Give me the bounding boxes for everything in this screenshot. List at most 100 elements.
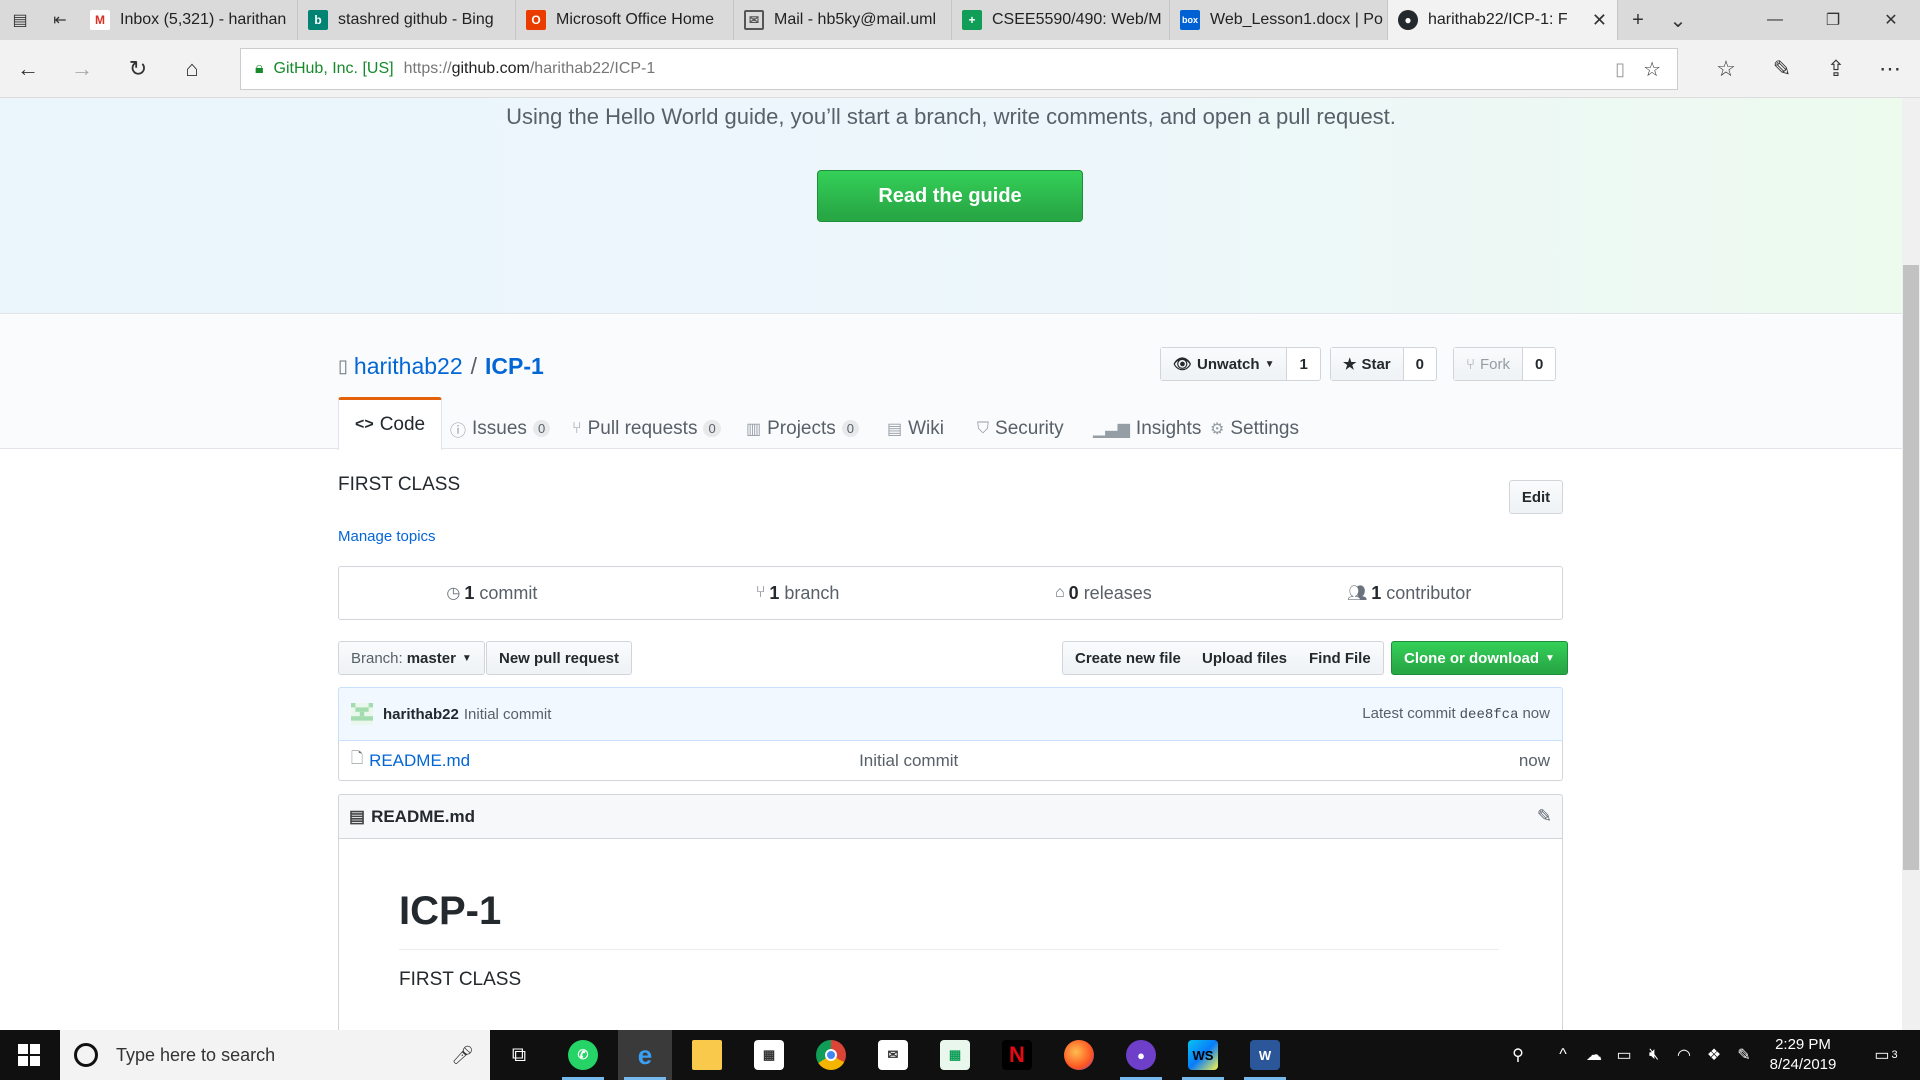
edge-app[interactable]: e (618, 1030, 672, 1080)
netflix-app[interactable]: N (990, 1030, 1044, 1080)
pen-workspace-icon[interactable]: ✎ (1730, 1030, 1758, 1080)
back-icon[interactable]: ← (8, 50, 48, 88)
branch-select-button[interactable]: Branch: master ▼ (338, 641, 485, 675)
wifi-icon[interactable]: ◠ (1670, 1030, 1698, 1080)
commit-author-link[interactable]: harithab22 (383, 706, 459, 723)
avatar[interactable] (351, 703, 373, 725)
browser-tab[interactable]: O Microsoft Office Home (516, 0, 734, 40)
tab-title: CSEE5590/490: Web/M (992, 11, 1162, 28)
envelope-icon: ✉ (878, 1040, 908, 1070)
tab-settings[interactable]: ⚙ Settings (1210, 408, 1299, 449)
sheets-app[interactable]: ▦ (928, 1030, 982, 1080)
unwatch-button[interactable]: 👁︎ Unwatch ▼ (1161, 348, 1288, 380)
repo-name-link[interactable]: ICP-1 (485, 353, 544, 380)
lock-icon: 🔒︎ (255, 60, 264, 77)
show-hidden-icons-chevron-icon[interactable]: ^ (1550, 1030, 1576, 1080)
word-app[interactable]: W (1238, 1030, 1292, 1080)
favorites-hub-icon[interactable]: ☆ (1706, 50, 1746, 88)
address-bar[interactable]: 🔒︎ GitHub, Inc. [US] https://github.com/… (240, 48, 1678, 90)
tab-security[interactable]: ⛉ Security (977, 408, 1064, 449)
webstorm-app[interactable]: WS (1176, 1030, 1230, 1080)
branches-link[interactable]: ⑂ 1 branch (645, 567, 951, 619)
create-new-file-button[interactable]: Create new file (1062, 641, 1194, 675)
edit-description-button[interactable]: Edit (1509, 480, 1563, 514)
browser-tab[interactable]: b stashred github - Bing (298, 0, 516, 40)
pulls-counter: 0 (703, 420, 721, 437)
onedrive-icon[interactable]: ☁ (1580, 1030, 1608, 1080)
browser-tab[interactable]: box Web_Lesson1.docx | Po (1170, 0, 1388, 40)
tab-insights[interactable]: ▁▃▆ Insights (1093, 408, 1201, 449)
releases-link[interactable]: ⌂ 0 releases (951, 567, 1257, 619)
watchers-count[interactable]: 1 (1287, 348, 1319, 380)
url-path: /harithab22/ICP-1 (529, 60, 656, 77)
whatsapp-app[interactable]: ✆ (556, 1030, 610, 1080)
reading-view-icon[interactable]: ▯ (1615, 59, 1625, 80)
github-desktop-app[interactable]: ● (1114, 1030, 1168, 1080)
file-explorer-app[interactable] (680, 1030, 734, 1080)
home-icon[interactable]: ⌂ (172, 50, 212, 88)
netflix-icon: N (1002, 1040, 1032, 1070)
firefox-app[interactable] (1052, 1030, 1106, 1080)
eye-icon: 👁︎ (1173, 356, 1193, 373)
contributors-link[interactable]: 👥︎ 1 contributor (1256, 567, 1562, 619)
new-tab-icon[interactable]: + (1618, 0, 1658, 40)
store-app[interactable]: ▦ (742, 1030, 796, 1080)
clone-or-download-button[interactable]: Clone or download ▼ (1391, 641, 1568, 675)
web-note-icon[interactable]: ✎ (1762, 50, 1802, 88)
tab-projects-label: Projects (767, 417, 836, 439)
refresh-icon[interactable]: ↻ (118, 50, 158, 88)
repo-owner-link[interactable]: harithab22 (354, 353, 463, 380)
browser-tab[interactable]: + CSEE5590/490: Web/M (952, 0, 1170, 40)
read-guide-button[interactable]: Read the guide (817, 170, 1083, 222)
shield-icon: ⛉ (977, 419, 990, 437)
action-center-icon[interactable]: ▭ 3 (1866, 1030, 1906, 1080)
forks-count[interactable]: 0 (1523, 348, 1555, 380)
tab-wiki[interactable]: ▤ Wiki (887, 408, 944, 449)
task-view-icon[interactable]: ⧉ (492, 1030, 546, 1080)
volume-muted-icon[interactable]: 🔇︎ (1640, 1030, 1668, 1080)
file-name-link[interactable]: README.md (369, 751, 859, 771)
file-commit-message-link[interactable]: Initial commit (859, 751, 958, 771)
tab-projects[interactable]: ▥ Projects 0 (746, 408, 859, 449)
chrome-app[interactable] (804, 1030, 858, 1080)
start-button[interactable] (0, 1030, 58, 1080)
commit-message-link[interactable]: Initial commit (464, 706, 552, 723)
more-menu-icon[interactable]: ⋯ (1870, 50, 1910, 88)
tabs-aside-icon[interactable]: ⇤ (40, 0, 80, 40)
forward-icon[interactable]: → (62, 50, 102, 88)
commits-link[interactable]: ◷ 1 commit (339, 567, 645, 619)
tab-pull-requests[interactable]: ⑂ Pull requests 0 (572, 408, 721, 449)
taskbar-clock[interactable]: 2:29 PM 8/24/2019 (1758, 1035, 1848, 1075)
minimize-icon[interactable]: — (1746, 0, 1804, 40)
browser-tab[interactable]: ✉ Mail - hb5ky@mail.uml (734, 0, 952, 40)
star-button[interactable]: ★ Star (1331, 348, 1404, 380)
pencil-edit-icon[interactable]: ✎ (1537, 806, 1552, 827)
tab-issues[interactable]: ⓘ Issues 0 (450, 408, 551, 449)
restore-icon[interactable]: ❐ (1804, 0, 1862, 40)
tab-manager-icon[interactable]: ▤ (0, 0, 40, 40)
browser-tab[interactable]: M Inbox (5,321) - harithan (80, 0, 298, 40)
battery-icon[interactable]: ▭ (1610, 1030, 1638, 1080)
tab-code[interactable]: <> Code (338, 397, 443, 450)
find-file-button[interactable]: Find File (1297, 641, 1384, 675)
share-icon[interactable]: ⇪ (1816, 50, 1856, 88)
tab-preview-chevron-icon[interactable]: ⌄ (1658, 0, 1698, 40)
new-pull-request-button[interactable]: New pull request (486, 641, 633, 675)
star-icon: ★ (1343, 356, 1357, 373)
scrollbar-thumb[interactable] (1903, 265, 1919, 870)
people-icon[interactable]: ⚲ (1500, 1030, 1536, 1080)
mail-app[interactable]: ✉ (866, 1030, 920, 1080)
taskbar-search-box[interactable]: Type here to search 🎤︎ (60, 1030, 490, 1080)
close-tab-icon[interactable]: ✕ (1586, 10, 1607, 31)
browser-tab-active[interactable]: ● harithab22/ICP-1: F ✕ (1388, 0, 1618, 40)
commit-sha-link[interactable]: dee8fca (1460, 707, 1519, 723)
readme-heading: ICP-1 (399, 889, 502, 933)
dropbox-icon[interactable]: ❖ (1700, 1030, 1728, 1080)
microphone-icon[interactable]: 🎤︎ (451, 1045, 474, 1066)
manage-topics-link[interactable]: Manage topics (338, 528, 436, 545)
window-close-icon[interactable]: ✕ (1862, 0, 1920, 40)
favorite-star-icon[interactable]: ☆ (1643, 57, 1661, 82)
fork-button[interactable]: ⑂ Fork (1454, 348, 1524, 380)
upload-files-button[interactable]: Upload files (1190, 641, 1301, 675)
stargazers-count[interactable]: 0 (1404, 348, 1436, 380)
